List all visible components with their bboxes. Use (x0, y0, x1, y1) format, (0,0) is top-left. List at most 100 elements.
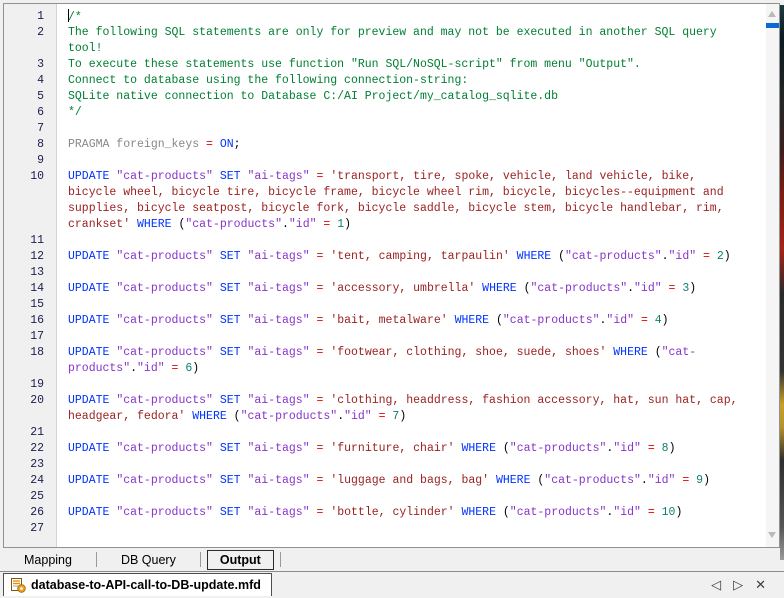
token-string: 'clothing, headdress, fashion accessory,… (330, 394, 737, 407)
code-row: 23 (4, 457, 765, 473)
token-plain (310, 170, 317, 183)
token-plain: ) (662, 314, 669, 327)
token-plain: ( (227, 410, 241, 423)
token-identifier: products" (68, 362, 130, 375)
token-plain (213, 314, 220, 327)
token-number: 4 (655, 314, 662, 327)
token-keyword: WHERE (455, 314, 490, 327)
token-plain: ( (489, 314, 503, 327)
code-row: 9 (4, 153, 765, 169)
token-keyword: SET (220, 250, 241, 263)
code-line (44, 489, 68, 505)
code-line (44, 457, 68, 473)
token-plain: ( (496, 506, 510, 519)
token-keyword: SET (220, 170, 241, 183)
code-row: crankset' WHERE ("cat-products"."id" = 1… (4, 217, 765, 233)
token-plain (655, 442, 662, 455)
token-plain (710, 250, 717, 263)
token-plain: ) (724, 250, 731, 263)
token-plain: . (662, 250, 669, 263)
token-identifier: "ai-tags" (247, 250, 309, 263)
token-keyword: WHERE (517, 250, 552, 263)
code-row: 1/* (4, 9, 765, 25)
token-identifier: "cat-products" (116, 282, 213, 295)
token-plain: ) (344, 218, 351, 231)
token-operator: = (648, 442, 655, 455)
code-row: 11 (4, 233, 765, 249)
line-number: 20 (4, 393, 44, 409)
token-plain (130, 218, 137, 231)
token-number: 8 (662, 442, 669, 455)
token-number: 10 (662, 506, 676, 519)
line-number (4, 217, 44, 233)
token-operator: = (206, 138, 213, 151)
token-keyword: UPDATE (68, 474, 109, 487)
code-row: 15 (4, 297, 765, 313)
tab-scroll-right-icon[interactable]: ▷ (733, 575, 743, 595)
token-keyword: WHERE (137, 218, 172, 231)
line-number: 26 (4, 505, 44, 521)
token-identifier: "ai-tags" (247, 314, 309, 327)
token-keyword: WHERE (496, 474, 531, 487)
token-comment: SQLite native connection to Database C:/… (68, 90, 558, 103)
code-row: products"."id" = 6) (4, 361, 765, 377)
token-identifier: "cat-products" (503, 314, 600, 327)
code-row: 5SQLite native connection to Database C:… (4, 89, 765, 105)
code-row: 26UPDATE "cat-products" SET "ai-tags" = … (4, 505, 765, 521)
token-identifier: "cat-products" (116, 314, 213, 327)
scroll-down-arrow-icon[interactable] (768, 532, 776, 538)
line-number: 27 (4, 521, 44, 537)
token-comment: */ (68, 106, 82, 119)
token-plain: ( (172, 218, 186, 231)
tab-separator (200, 552, 201, 567)
token-keyword: UPDATE (68, 314, 109, 327)
sql-output-editor[interactable]: 1/*2The following SQL statements are onl… (3, 3, 780, 548)
scroll-up-arrow-icon[interactable] (768, 11, 776, 17)
token-identifier: "id" (613, 506, 641, 519)
token-identifier: "ai-tags" (247, 442, 309, 455)
line-number: 17 (4, 329, 44, 345)
token-plain: . (641, 474, 648, 487)
code-line: UPDATE "cat-products" SET "ai-tags" = 'b… (44, 505, 682, 521)
tab-db-query[interactable]: DB Query (97, 551, 200, 569)
code-row: 25 (4, 489, 765, 505)
token-identifier: "id" (669, 250, 697, 263)
token-keyword: SET (220, 394, 241, 407)
token-string: 'bottle, cylinder' (330, 506, 454, 519)
code-row: 24UPDATE "cat-products" SET "ai-tags" = … (4, 473, 765, 489)
token-string: bicycle wheel, bicycle tire, bicycle fra… (68, 186, 724, 199)
token-identifier: "ai-tags" (247, 474, 309, 487)
token-plain: . (627, 282, 634, 295)
code-line: UPDATE "cat-products" SET "ai-tags" = 't… (44, 249, 731, 265)
document-tab-active[interactable]: database-to-API-call-to-DB-update.mfd (3, 573, 272, 596)
token-identifier: "cat-products" (565, 250, 662, 263)
tab-close-icon[interactable]: ✕ (755, 575, 766, 595)
tab-mapping[interactable]: Mapping (0, 551, 96, 569)
line-number: 14 (4, 281, 44, 297)
token-string: headgear, fedora' (68, 410, 185, 423)
line-number: 1 (4, 9, 44, 25)
token-identifier: "id" (634, 282, 662, 295)
token-keyword: WHERE (192, 410, 227, 423)
token-number: 2 (717, 250, 724, 263)
code-line: PRAGMA foreign_keys = ON; (44, 137, 241, 153)
scrollbar-thumb[interactable] (766, 23, 779, 28)
token-string: supplies, bicycle seatpost, bicycle fork… (68, 202, 724, 215)
token-plain: . (130, 362, 137, 375)
code-line: products"."id" = 6) (44, 361, 199, 377)
line-number: 3 (4, 57, 44, 73)
token-keyword: UPDATE (68, 506, 109, 519)
code-row: supplies, bicycle seatpost, bicycle fork… (4, 201, 765, 217)
tab-scroll-left-icon[interactable]: ◁ (711, 575, 721, 595)
line-number: 24 (4, 473, 44, 489)
tab-separator (280, 552, 281, 567)
tab-output[interactable]: Output (207, 550, 274, 570)
line-number: 12 (4, 249, 44, 265)
token-plain (310, 506, 317, 519)
token-plain: ; (234, 138, 241, 151)
sql-code-area[interactable]: 1/*2The following SQL statements are onl… (4, 9, 765, 537)
token-plain (213, 346, 220, 359)
token-operator: = (379, 410, 386, 423)
token-plain: ( (517, 282, 531, 295)
vertical-scrollbar[interactable] (766, 4, 779, 547)
